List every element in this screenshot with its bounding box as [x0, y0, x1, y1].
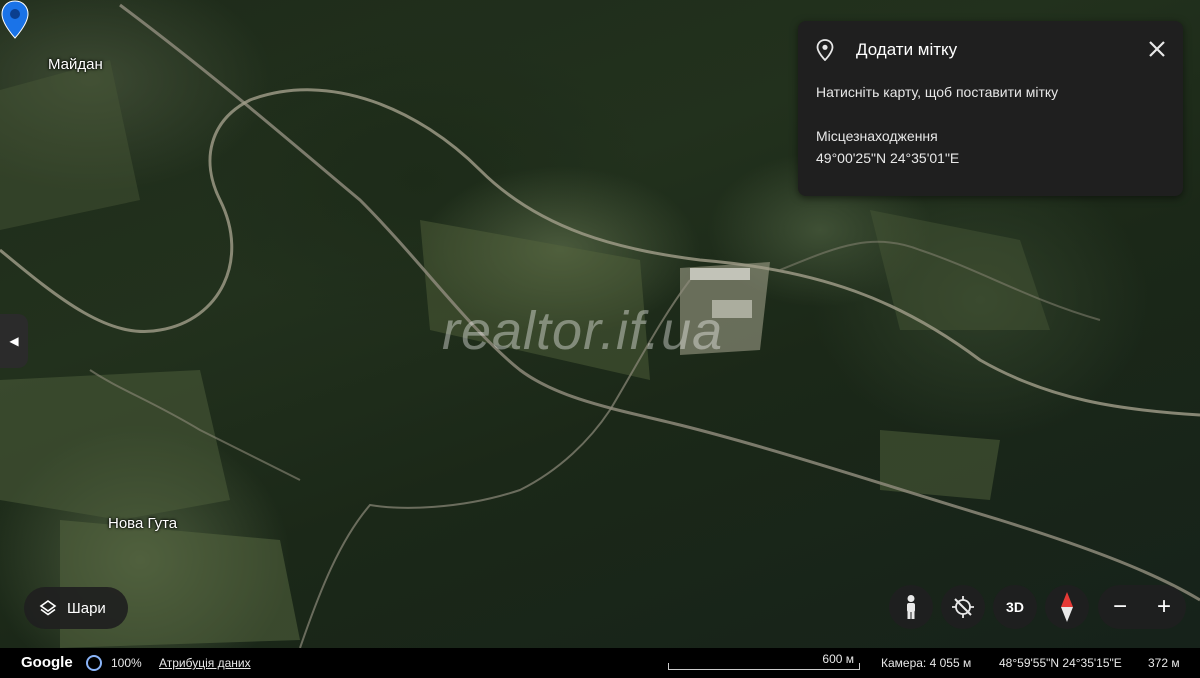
map-pin-icon[interactable]: [0, 0, 30, 40]
load-percent: 100%: [111, 656, 142, 670]
location-value: 49°00'25"N 24°35'01"E: [816, 150, 960, 166]
data-attribution-link[interactable]: Атрибуція даних: [159, 656, 251, 670]
panel-header: Додати мітку: [816, 39, 957, 61]
elevation: 372 м: [1148, 656, 1180, 670]
street-view-button[interactable]: [889, 585, 933, 629]
side-panel-toggle[interactable]: ◀: [0, 314, 28, 368]
location-pin-icon: [816, 39, 834, 61]
zoom-out-button[interactable]: −: [1098, 585, 1142, 629]
layers-label: Шари: [67, 599, 106, 617]
location-label: Місцезнаходження: [816, 128, 938, 144]
pegman-icon: [907, 595, 915, 619]
scale-label: 600 м: [822, 652, 854, 666]
google-logo: Google: [21, 654, 73, 671]
chevron-left-icon: ◀: [9, 334, 19, 348]
compass-button[interactable]: [1045, 585, 1089, 629]
close-icon[interactable]: [1147, 39, 1167, 59]
layers-button[interactable]: Шари: [24, 587, 128, 629]
watermark: realtor.if.ua: [442, 301, 724, 361]
panel-hint: Натисніть карту, щоб поставити мітку: [816, 84, 1059, 100]
3d-button[interactable]: 3D: [993, 585, 1037, 629]
zoom-controls: − +: [1098, 585, 1186, 629]
panel-title: Додати мітку: [856, 40, 958, 59]
zoom-in-button[interactable]: +: [1142, 585, 1186, 629]
toggle-tilt-button[interactable]: [941, 585, 985, 629]
layers-icon: [39, 600, 57, 616]
status-bar: Google 100% Атрибуція даних 600 м Камера…: [0, 648, 1200, 678]
loading-ring-icon: [86, 655, 102, 671]
place-label-maidan: Майдан: [48, 56, 103, 73]
place-label-nova-huta: Нова Гута: [108, 515, 178, 532]
cursor-coordinates: 48°59'55"N 24°35'15"E: [999, 656, 1122, 670]
add-placemark-panel: Додати мітку Натисніть карту, щоб постав…: [798, 21, 1183, 196]
tilt-off-icon: [952, 596, 974, 618]
scale-bar: 600 м: [668, 652, 860, 674]
compass-icon: [1061, 592, 1073, 622]
camera-altitude: Камера: 4 055 м: [881, 656, 972, 670]
